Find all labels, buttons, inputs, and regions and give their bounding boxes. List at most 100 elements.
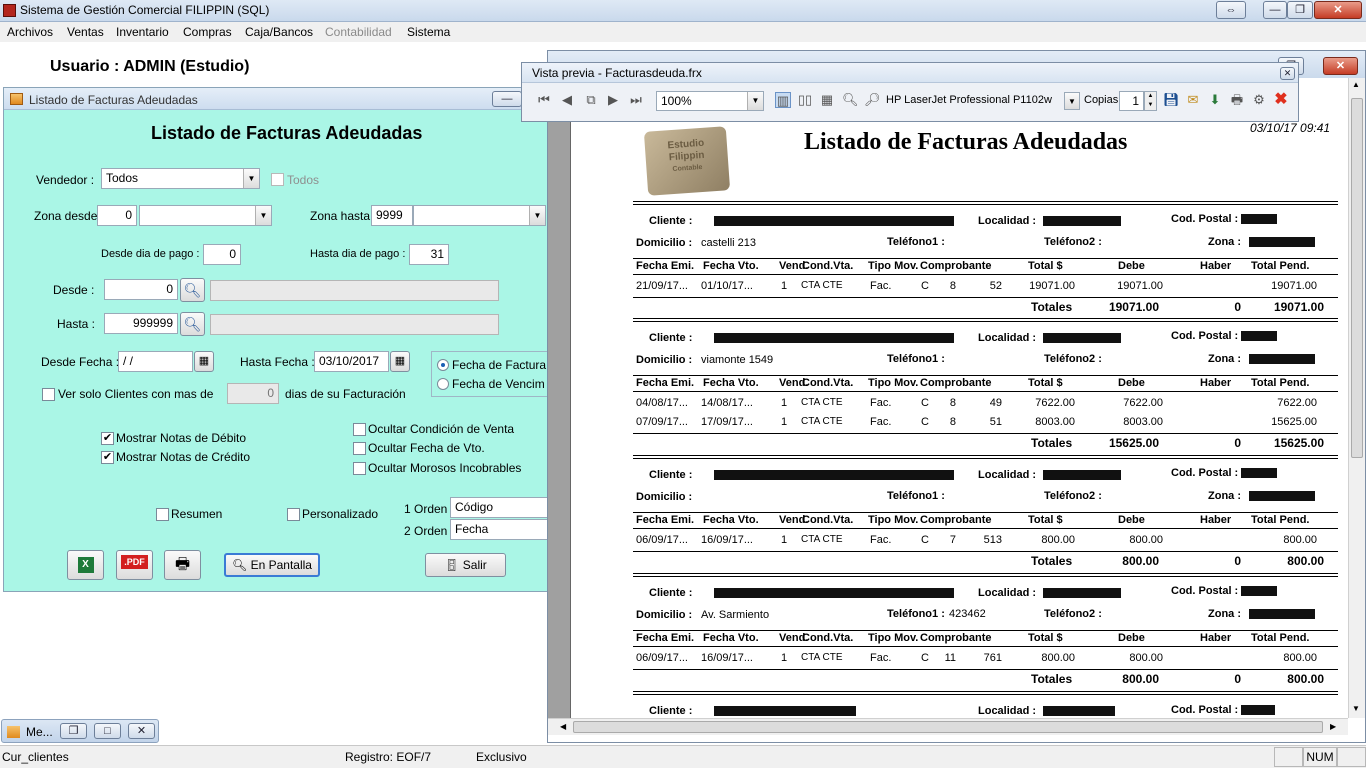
one-page-icon[interactable]: ▥ <box>775 92 791 108</box>
personalizado-checkbox[interactable] <box>287 508 300 521</box>
resumen-checkbox[interactable] <box>156 508 169 521</box>
chevron-down-icon[interactable]: ▼ <box>529 206 545 225</box>
restore-icon[interactable]: ❐ <box>60 723 87 739</box>
scroll-right-icon[interactable]: ▶ <box>1330 722 1336 731</box>
column-header: Debe <box>1118 632 1145 644</box>
ocultar-condicion-checkbox[interactable] <box>353 423 366 436</box>
goto-page-icon[interactable]: ⧉ <box>583 92 599 108</box>
calendar-icon[interactable]: ▦ <box>194 351 214 372</box>
first-page-icon[interactable]: ⏮ <box>536 92 552 108</box>
localidad-label: Localidad : <box>978 587 1037 599</box>
close-icon[interactable]: ✕ <box>128 723 155 739</box>
redacted-cliente <box>714 588 954 598</box>
maximize-button[interactable]: □ <box>94 723 121 739</box>
ver-solo-checkbox[interactable] <box>42 388 55 401</box>
chevron-down-icon[interactable]: ▼ <box>255 206 271 225</box>
mostrar-credito-checkbox[interactable]: ✔ <box>101 451 114 464</box>
menu-archivos[interactable]: Archivos <box>7 25 53 39</box>
totales-label: Totales <box>1031 436 1073 450</box>
restore-icon[interactable]: ⇔ <box>1216 1 1246 19</box>
telefono2-label: Teléfono2 : <box>1044 608 1102 620</box>
cell-cond: CTA CTE <box>801 534 843 545</box>
vertical-scrollbar[interactable]: ▲ ▼ <box>1348 78 1365 718</box>
pdf-button[interactable]: .PDF <box>116 550 153 580</box>
menu-inventario[interactable]: Inventario <box>116 25 169 39</box>
settings-icon[interactable]: ⚙ <box>1251 92 1267 108</box>
zona-hasta-select[interactable]: ▼ <box>413 205 546 226</box>
two-pages-icon[interactable]: ▯▯ <box>797 92 813 108</box>
copias-spinner[interactable]: ▲ ▼ <box>1144 91 1157 111</box>
excel-button[interactable]: X <box>67 550 104 580</box>
orden1-select[interactable]: Código <box>450 497 549 518</box>
zoom-select[interactable]: 100% ▼ <box>656 91 764 111</box>
menu-compras[interactable]: Compras <box>183 25 232 39</box>
radio-fecha-factura[interactable] <box>437 359 449 371</box>
ver-solo-dias-input[interactable]: 0 <box>227 383 279 404</box>
vendedor-select[interactable]: Todos ▼ <box>101 168 260 189</box>
search-desde-button[interactable]: 🔍︎ <box>180 278 205 302</box>
save-icon[interactable]: 💾︎ <box>1163 92 1180 108</box>
hasta-fecha-input[interactable]: 03/10/2017 <box>314 351 389 372</box>
scroll-left-icon[interactable]: ◀ <box>560 722 566 731</box>
next-page-icon[interactable]: ▶ <box>605 92 621 108</box>
column-header: Haber <box>1200 260 1232 272</box>
form-minimize-button[interactable]: — <box>492 91 522 107</box>
desde-fecha-input[interactable]: / / <box>118 351 193 372</box>
close-icon[interactable]: ✖ <box>1273 92 1289 108</box>
hasta-input[interactable]: 999999 <box>104 313 178 334</box>
column-header: Debe <box>1118 260 1145 272</box>
copias-input[interactable]: 1 <box>1119 91 1144 111</box>
chevron-down-icon[interactable]: ▼ <box>243 169 259 188</box>
menu-contabilidad[interactable]: Contabilidad <box>325 25 392 39</box>
scroll-up-icon[interactable]: ▲ <box>1352 80 1360 89</box>
email-icon[interactable]: ✉ <box>1185 92 1201 108</box>
hasta-dia-input[interactable]: 31 <box>409 244 449 265</box>
cell-num: 513 <box>983 534 1002 546</box>
minimize-button[interactable]: — <box>1263 1 1287 19</box>
export-icon[interactable]: ⬇ <box>1207 92 1223 108</box>
en-pantalla-button[interactable]: 🔍︎ En Pantalla <box>224 553 320 577</box>
chevron-down-icon[interactable]: ▼ <box>747 92 763 110</box>
zoom-icon[interactable]: 🔍︎ <box>842 92 859 108</box>
cell-tipo: Fac. <box>870 416 892 428</box>
horizontal-scrollbar[interactable]: ◀ ▶ <box>548 718 1348 735</box>
zona-hasta-input[interactable]: 9999 <box>371 205 413 226</box>
vertical-scroll-thumb[interactable] <box>1351 98 1363 458</box>
orden2-select[interactable]: Fecha <box>450 519 549 540</box>
menu-sistema[interactable]: Sistema <box>407 25 450 39</box>
print-icon[interactable]: 🖶 <box>1229 92 1245 108</box>
column-header: Comprobante <box>920 632 992 644</box>
localidad-label: Localidad : <box>978 469 1037 481</box>
preview-toolbar-close-button[interactable]: ✕ <box>1280 67 1295 80</box>
ocultar-morosos-checkbox[interactable] <box>353 462 366 475</box>
form-title-bar: Listado de Facturas Adeudadas — <box>4 88 549 110</box>
todos-checkbox[interactable] <box>271 173 284 186</box>
minimized-window[interactable]: Me... ❐ □ ✕ <box>1 719 159 743</box>
scroll-down-icon[interactable]: ▼ <box>1352 704 1360 713</box>
radio-fecha-vencimiento[interactable] <box>437 378 449 390</box>
mostrar-debito-checkbox[interactable]: ✔ <box>101 432 114 445</box>
horizontal-scroll-thumb[interactable] <box>573 721 1323 733</box>
zona-desde-select[interactable]: ▼ <box>139 205 272 226</box>
desde-dia-input[interactable]: 0 <box>203 244 241 265</box>
telefono1-label: Teléfono1 : <box>887 236 945 248</box>
multi-pages-icon[interactable]: ▦ <box>819 92 835 108</box>
desde-input[interactable]: 0 <box>104 279 178 300</box>
menu-caja-bancos[interactable]: Caja/Bancos <box>245 25 313 39</box>
cliente-label: Cliente : <box>649 587 693 599</box>
close-button[interactable]: ✕ <box>1314 1 1362 19</box>
vendedor-value: Todos <box>106 171 139 185</box>
zona-desde-input[interactable]: 0 <box>97 205 137 226</box>
prev-page-icon[interactable]: ◀ <box>559 92 575 108</box>
menu-ventas[interactable]: Ventas <box>67 25 104 39</box>
salir-button[interactable]: 🚪︎ Salir <box>425 553 506 577</box>
find-icon[interactable]: 🔎︎ <box>864 92 881 108</box>
maximize-button[interactable]: ❐ <box>1287 1 1313 19</box>
print-button[interactable]: 🖶 <box>164 550 201 580</box>
ocultar-fecha-checkbox[interactable] <box>353 442 366 455</box>
calendar-icon[interactable]: ▦ <box>390 351 410 372</box>
printer-dropdown[interactable]: ▼ <box>1064 92 1080 110</box>
last-page-icon[interactable]: ⏭ <box>628 92 644 108</box>
search-hasta-button[interactable]: 🔍︎ <box>180 312 205 336</box>
total-haber: 0 <box>1234 436 1241 450</box>
